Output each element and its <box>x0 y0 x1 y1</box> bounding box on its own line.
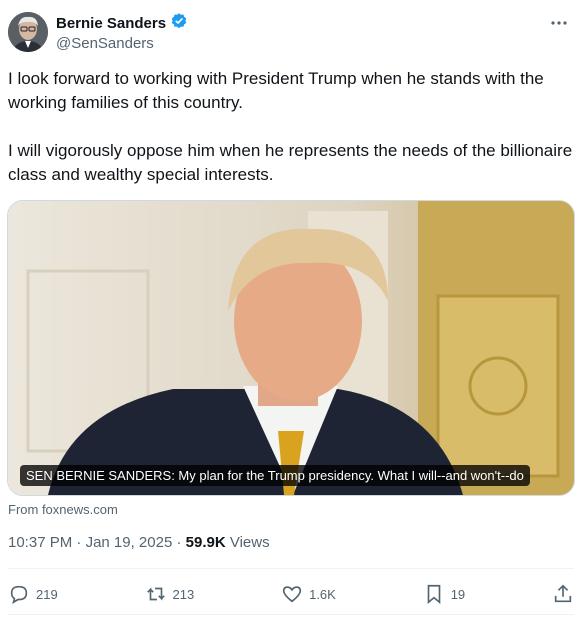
avatar[interactable] <box>8 12 48 52</box>
link-source[interactable]: From foxnews.com <box>8 502 118 517</box>
meta-separator: · <box>172 534 186 551</box>
reply-icon <box>10 585 28 604</box>
views-count: 59.9K <box>185 534 226 551</box>
tweet-header: Bernie Sanders @SenSanders <box>8 10 574 58</box>
like-button[interactable]: 1.6K <box>281 583 336 605</box>
share-icon <box>554 584 572 603</box>
action-bar: 219 213 1.6K 19 <box>8 578 574 610</box>
verified-badge-icon <box>170 12 188 35</box>
repost-icon <box>146 587 165 601</box>
heart-icon <box>283 586 302 603</box>
tweet-paragraph: I look forward to working with President… <box>8 69 544 112</box>
divider <box>8 614 574 615</box>
media-image <box>8 201 574 495</box>
meta-separator: · <box>72 534 86 551</box>
tweet-metadata: 10:37 PM · Jan 19, 2025 · 59.9K Views <box>8 534 270 551</box>
reply-button[interactable]: 219 <box>8 583 58 605</box>
bookmark-count: 19 <box>450 586 466 602</box>
tweet-text: I look forward to working with President… <box>8 67 574 187</box>
bookmark-button[interactable]: 19 <box>423 583 465 605</box>
tweet-date[interactable]: Jan 19, 2025 <box>86 534 173 551</box>
author-handle[interactable]: @SenSanders <box>56 35 188 52</box>
like-count: 1.6K <box>309 586 336 602</box>
repost-count: 213 <box>172 586 195 602</box>
media-card[interactable]: SEN BERNIE SANDERS: My plan for the Trum… <box>7 200 575 496</box>
share-button[interactable] <box>552 583 574 605</box>
author-display-name[interactable]: Bernie Sanders <box>56 15 166 32</box>
bookmark-icon <box>427 584 441 605</box>
divider <box>8 568 574 569</box>
media-caption: SEN BERNIE SANDERS: My plan for the Trum… <box>20 465 530 486</box>
more-options-icon[interactable] <box>548 12 570 34</box>
reply-count: 219 <box>36 586 58 602</box>
repost-button[interactable]: 213 <box>145 583 195 605</box>
author-info: Bernie Sanders @SenSanders <box>56 12 188 52</box>
tweet-paragraph: I will vigorously oppose him when he rep… <box>8 141 573 184</box>
tweet-time[interactable]: 10:37 PM <box>8 534 72 551</box>
views-label: Views <box>229 534 270 551</box>
